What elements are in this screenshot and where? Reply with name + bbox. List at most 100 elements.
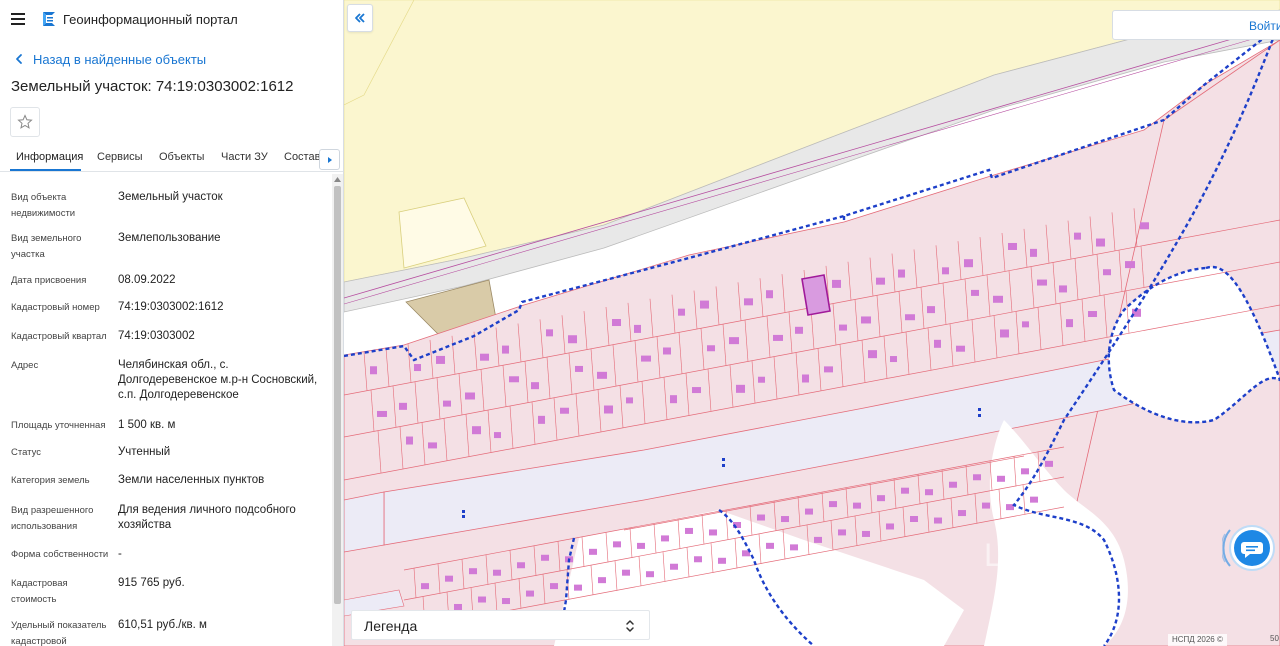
building [934, 339, 941, 348]
property-value: 74:19:0303002:1612 [118, 301, 224, 313]
building [997, 475, 1005, 482]
building [942, 267, 949, 275]
building [612, 319, 621, 327]
property-label: Вид объекта недвижимости [11, 192, 76, 219]
property-label: Кадастровая стоимость [11, 578, 68, 605]
building [597, 371, 607, 379]
scrollbar-thumb[interactable] [334, 186, 341, 604]
building [905, 314, 915, 321]
tab-objects[interactable]: Объекты [159, 151, 204, 163]
building [550, 583, 558, 590]
building [670, 563, 678, 570]
panel-scrollbar[interactable] [332, 174, 343, 646]
property-value: - [118, 548, 122, 560]
building [472, 426, 481, 435]
map-scale: 50 [1270, 634, 1279, 643]
building [839, 324, 847, 331]
building [876, 277, 885, 285]
building [494, 432, 501, 439]
building [700, 300, 709, 309]
building [443, 400, 451, 407]
favorite-button[interactable] [10, 107, 40, 137]
selected-parcel[interactable] [801, 274, 831, 316]
building [868, 350, 877, 359]
tabs-scroll-right-button[interactable] [319, 149, 340, 170]
cadastral-map[interactable]: ЦИАН [344, 0, 1280, 646]
building [445, 575, 453, 582]
map-attribution: НСПД 2026 © [1168, 634, 1227, 646]
property-label: Адрес [11, 360, 39, 371]
property-label: Статус [11, 447, 42, 458]
building [574, 584, 582, 591]
building [736, 384, 745, 393]
building [663, 347, 671, 355]
building [982, 502, 990, 509]
property-label: Дата присвоения [11, 275, 87, 286]
building [546, 329, 553, 337]
scroll-up-arrow-icon[interactable] [334, 176, 341, 182]
building [406, 436, 413, 445]
building [790, 544, 798, 551]
property-label: Форма собственности [11, 549, 109, 560]
building [661, 535, 669, 542]
property-value: Земли населенных пунктов [118, 474, 265, 486]
property-value: 08.09.2022 [118, 274, 176, 286]
up-down-chevron-icon [626, 620, 634, 632]
chevron-left-icon [16, 54, 22, 64]
building [604, 405, 613, 414]
building [958, 510, 966, 517]
building [814, 536, 822, 543]
hamburger-menu-icon[interactable] [11, 12, 27, 26]
building [613, 541, 621, 548]
object-tabs: Информация Сервисы Объекты Части ЗУ Сост… [0, 146, 343, 172]
building [890, 356, 897, 363]
building [1037, 279, 1047, 286]
building [910, 516, 918, 523]
building [744, 298, 753, 306]
building [1096, 238, 1105, 247]
building [709, 529, 717, 536]
login-button[interactable]: Войти [1112, 10, 1280, 40]
building [1074, 232, 1081, 240]
login-label: Войти [1249, 19, 1280, 33]
building [824, 366, 833, 373]
chat-bubble-icon [1220, 525, 1275, 571]
legend-dropdown[interactable]: Легенда [351, 610, 650, 640]
property-value: 610,51 руб./кв. м [118, 619, 207, 631]
back-to-results-link[interactable]: Назад в найденные объекты [12, 50, 206, 68]
building [934, 517, 942, 524]
building [802, 374, 809, 383]
building [1000, 329, 1009, 338]
building [531, 382, 539, 390]
building [469, 568, 477, 575]
building [1030, 248, 1037, 257]
building [1103, 269, 1111, 276]
building [832, 279, 841, 288]
object-info-panel: Геоинформационный портал Назад в найденн… [0, 0, 344, 646]
building [766, 542, 774, 549]
tab-parcel-parts[interactable]: Части ЗУ [221, 151, 268, 163]
tab-info[interactable]: Информация [16, 151, 83, 163]
tab-composition[interactable]: Состав [284, 151, 320, 163]
property-value: Для ведения личного подсобного хозяйства [118, 504, 296, 531]
building [694, 556, 702, 563]
active-tab-indicator [10, 169, 81, 171]
property-value: Земельный участок [118, 191, 223, 203]
building [1030, 496, 1038, 503]
building [853, 502, 861, 509]
chat-button[interactable] [1220, 518, 1280, 578]
building [541, 554, 549, 561]
property-label: Вид земельного участка [11, 233, 82, 260]
building [766, 290, 773, 299]
building [478, 596, 486, 603]
building [634, 324, 641, 333]
building [493, 569, 501, 576]
app-title: Геоинформационный портал [63, 12, 238, 27]
object-title: Земельный участок: 74:19:0303002:1612 [11, 78, 294, 95]
building [861, 316, 871, 324]
tab-services[interactable]: Сервисы [97, 151, 143, 163]
map-canvas[interactable]: ЦИАН [344, 0, 1280, 646]
collapse-panel-button[interactable] [347, 4, 373, 32]
building [526, 590, 534, 597]
building [1066, 319, 1073, 328]
